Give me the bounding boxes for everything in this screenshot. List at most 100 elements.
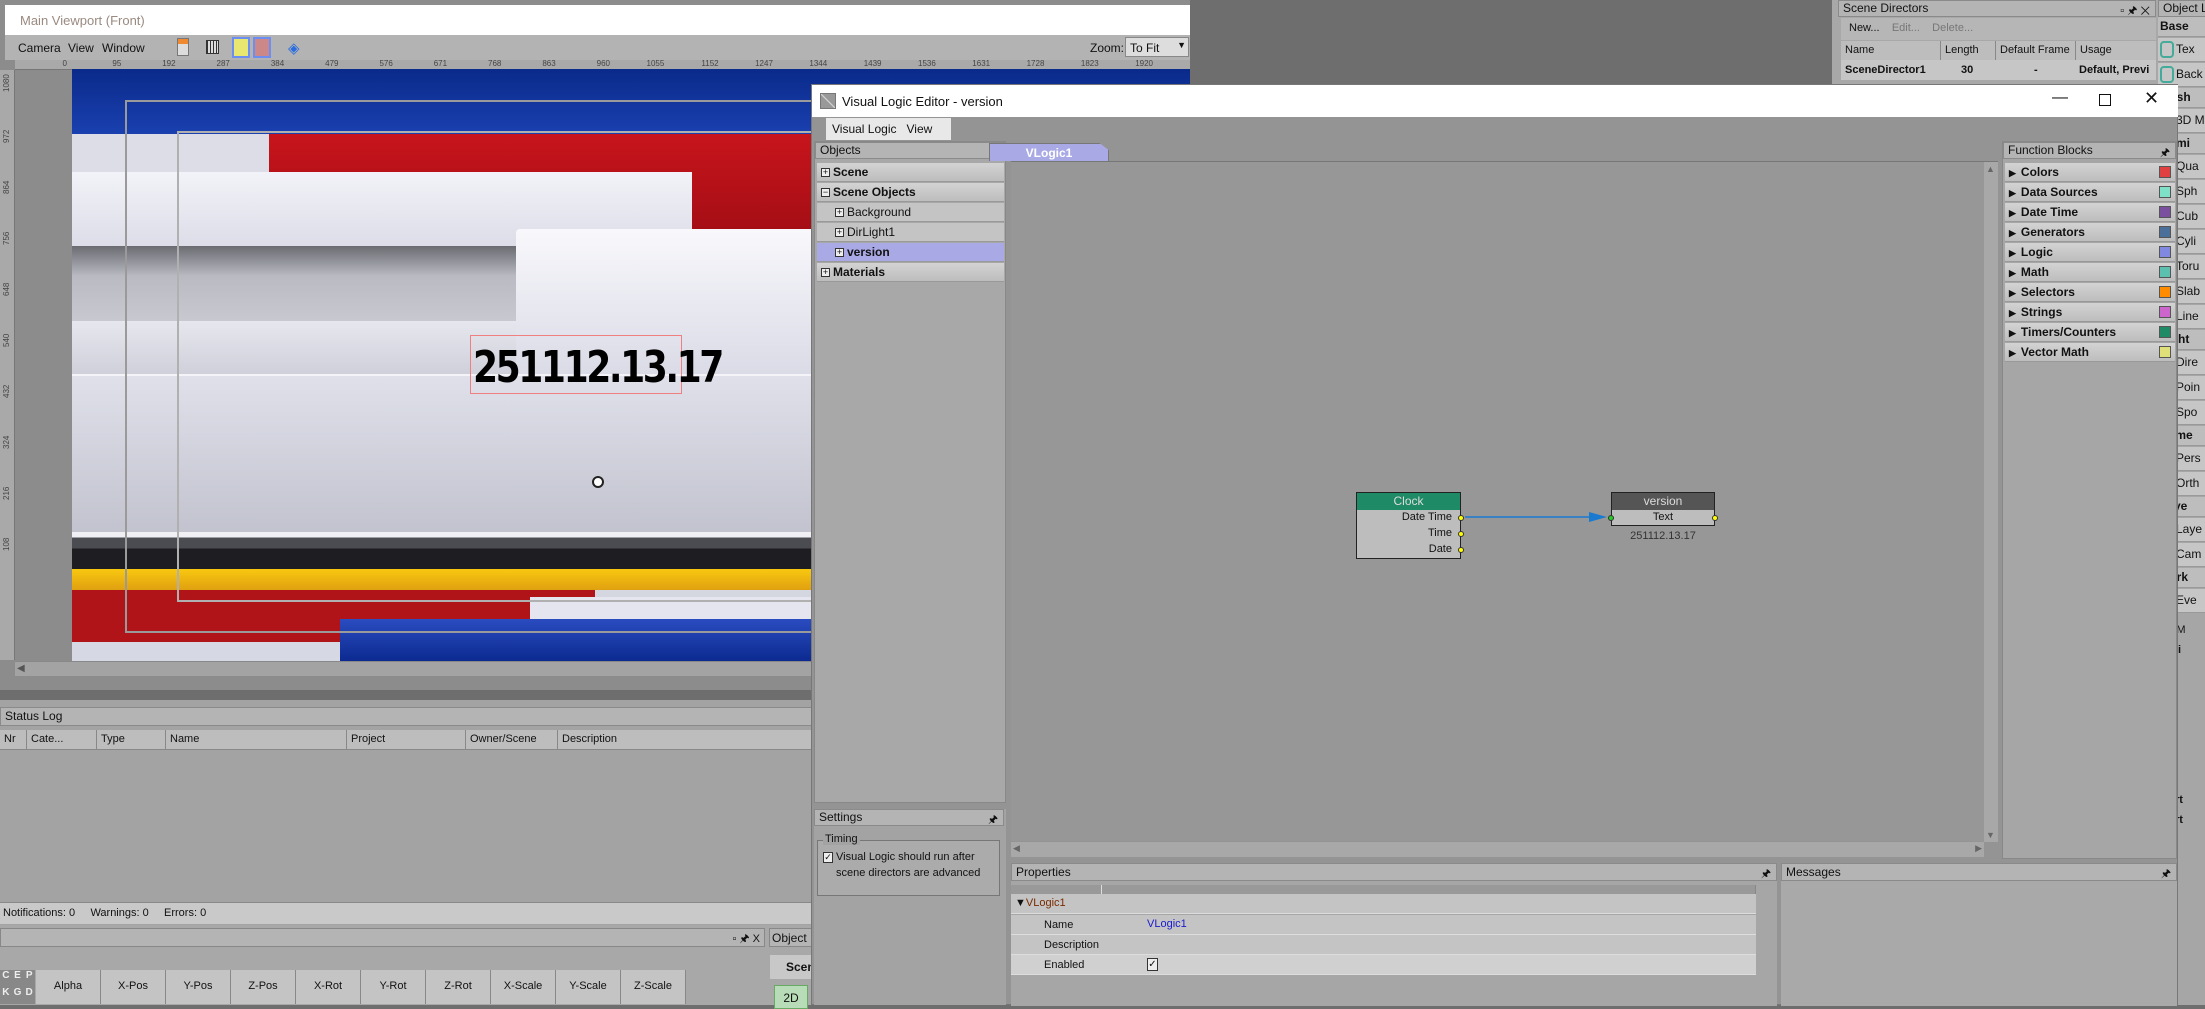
film-icon[interactable] (177, 38, 189, 56)
menu-view[interactable]: View (68, 41, 94, 55)
expand-icon[interactable]: + (835, 208, 844, 218)
col-y-rot[interactable]: Y-Rot (361, 970, 426, 1004)
toggle-e[interactable]: E (11, 970, 24, 987)
function-block-vector-math[interactable]: ▶ Vector Math (2005, 343, 2175, 362)
col-name[interactable]: Name (166, 730, 347, 749)
col-nr[interactable]: Nr (0, 730, 27, 749)
tree-item-scene[interactable]: + Scene (817, 163, 1004, 182)
panel-controls-icon[interactable]: ▫ 🖈 ✕ (2120, 2, 2150, 16)
tree-item-materials[interactable]: + Materials (817, 263, 1004, 282)
edit-button[interactable]: Edit... (1892, 22, 1920, 34)
graph-canvas[interactable] (1011, 161, 1998, 841)
function-block-logic[interactable]: ▶ Logic (2005, 243, 2175, 262)
col-type[interactable]: Type (97, 730, 166, 749)
scroll-left-icon[interactable]: ◀ (17, 663, 25, 674)
function-block-selectors[interactable]: ▶ Selectors (2005, 283, 2175, 302)
col-y-scale[interactable]: Y-Scale (556, 970, 621, 1004)
function-block-timers-counters[interactable]: ▶ Timers/Counters (2005, 323, 2175, 342)
tree-item-scene-objects[interactable]: − Scene Objects (817, 183, 1004, 202)
pin-icon[interactable]: 🖈 (988, 811, 998, 825)
col-usage[interactable]: Usage (2076, 41, 2156, 60)
col-z-rot[interactable]: Z-Rot (426, 970, 491, 1004)
toggle-p[interactable]: P (23, 970, 35, 987)
col-default-frame[interactable]: Default Frame (1996, 41, 2076, 60)
toggle-d[interactable]: D (23, 987, 35, 1004)
pivot-cursor-icon[interactable] (592, 476, 604, 488)
collapse-icon[interactable]: − (821, 188, 830, 198)
navigate-icon[interactable]: ◈ (288, 39, 300, 57)
col-y-pos[interactable]: Y-Pos (166, 970, 231, 1004)
expand-icon[interactable]: + (821, 268, 830, 278)
render-preview-icon[interactable] (253, 37, 271, 58)
col-x-pos[interactable]: X-Pos (101, 970, 166, 1004)
function-block-math[interactable]: ▶ Math (2005, 263, 2175, 282)
run-after-checkbox[interactable]: ✓ (823, 852, 833, 863)
function-block-date-time[interactable]: ▶ Date Time (2005, 203, 2175, 222)
col-project[interactable]: Project (347, 730, 466, 749)
col-alpha[interactable]: Alpha (36, 970, 101, 1004)
property-row-description[interactable]: Description (1011, 935, 1756, 955)
menu-visual-logic[interactable]: Visual Logic (832, 122, 897, 136)
grid-icon[interactable] (206, 40, 219, 54)
menu-view[interactable]: View (907, 122, 933, 136)
tree-item-version[interactable]: + version (817, 243, 1004, 262)
scroll-right-icon[interactable]: ▶ (1975, 843, 1982, 854)
scene-tab[interactable]: Scen (770, 955, 812, 979)
collapse-icon[interactable]: ▼ (1015, 897, 1026, 909)
toggle-k[interactable]: K (0, 987, 12, 1004)
col-category[interactable]: Cate... (27, 730, 97, 749)
expand-icon[interactable]: + (835, 248, 844, 258)
property-value[interactable]: VLogic1 (1147, 918, 1187, 930)
col-name[interactable]: Name (1841, 41, 1941, 60)
clock-node[interactable]: Clock Date Time Time Date (1356, 492, 1464, 559)
2d-button[interactable]: 2D (774, 985, 808, 1009)
graph-vertical-scrollbar[interactable]: ▲ ▼ (1984, 162, 1998, 842)
expand-icon[interactable]: + (835, 228, 844, 238)
function-block-generators[interactable]: ▶ Generators (2005, 223, 2175, 242)
minimize-button[interactable]: — (2052, 89, 2068, 107)
toggle-c[interactable]: C (0, 970, 12, 987)
date-output-port[interactable] (1458, 547, 1464, 553)
col-description[interactable]: Description (558, 730, 812, 749)
menu-camera[interactable]: Camera (18, 41, 61, 55)
col-x-scale[interactable]: X-Scale (491, 970, 556, 1004)
delete-button[interactable]: Delete... (1932, 22, 1973, 34)
version-text-object[interactable]: 251112.13.17 (470, 335, 724, 394)
cepkgd-toggles[interactable]: C E P K G D (0, 970, 35, 1004)
function-block-colors[interactable]: ▶ Colors (2005, 163, 2175, 182)
version-node[interactable]: version Text (1608, 492, 1718, 526)
scene-director-row[interactable]: SceneDirector1 30 - Default, Previ (1841, 60, 2156, 80)
vlogic-tab[interactable]: VLogic1 (989, 143, 1109, 161)
safe-area-icon[interactable] (232, 37, 250, 58)
property-row-name[interactable]: Name VLogic1 (1011, 915, 1756, 935)
col-owner-scene[interactable]: Owner/Scene (466, 730, 558, 749)
toggle-g[interactable]: G (11, 987, 24, 1004)
tree-item-background[interactable]: + Background (817, 203, 1004, 222)
library-item[interactable]: Tex (2158, 38, 2205, 62)
pin-icon[interactable]: 🖈 (2160, 144, 2170, 158)
zoom-select[interactable]: To Fit ▼ (1125, 37, 1189, 57)
scroll-left-icon[interactable]: ◀ (1013, 843, 1020, 854)
graph-horizontal-scrollbar[interactable]: ◀ ▶ (1011, 842, 1984, 857)
tree-item-dirlight1[interactable]: + DirLight1 (817, 223, 1004, 242)
time-output-port[interactable] (1458, 531, 1464, 537)
new-button[interactable]: New... (1849, 22, 1880, 34)
menu-window[interactable]: Window (102, 41, 145, 55)
function-block-strings[interactable]: ▶ Strings (2005, 303, 2175, 322)
expand-icon[interactable]: + (821, 168, 830, 178)
enabled-checkbox[interactable]: ✓ (1147, 958, 1158, 971)
panel-controls-icon[interactable]: ▫ 🖈 X (732, 930, 760, 949)
col-z-scale[interactable]: Z-Scale (621, 970, 686, 1004)
scroll-up-icon[interactable]: ▲ (1986, 164, 1995, 174)
col-x-rot[interactable]: X-Rot (296, 970, 361, 1004)
function-block-data-sources[interactable]: ▶ Data Sources (2005, 183, 2175, 202)
pin-icon[interactable]: 🖈 (2161, 865, 2171, 880)
property-row-enabled[interactable]: Enabled ✓ (1011, 955, 1756, 975)
object-panel-tab[interactable]: Object I (769, 928, 812, 947)
pin-icon[interactable]: 🖈 (1761, 865, 1771, 880)
scroll-down-icon[interactable]: ▼ (1986, 830, 1995, 840)
properties-group-row[interactable]: ▼VLogic1 (1011, 894, 1756, 914)
text-output-port[interactable] (1712, 515, 1718, 521)
col-length[interactable]: Length (1941, 41, 1996, 60)
col-z-pos[interactable]: Z-Pos (231, 970, 296, 1004)
